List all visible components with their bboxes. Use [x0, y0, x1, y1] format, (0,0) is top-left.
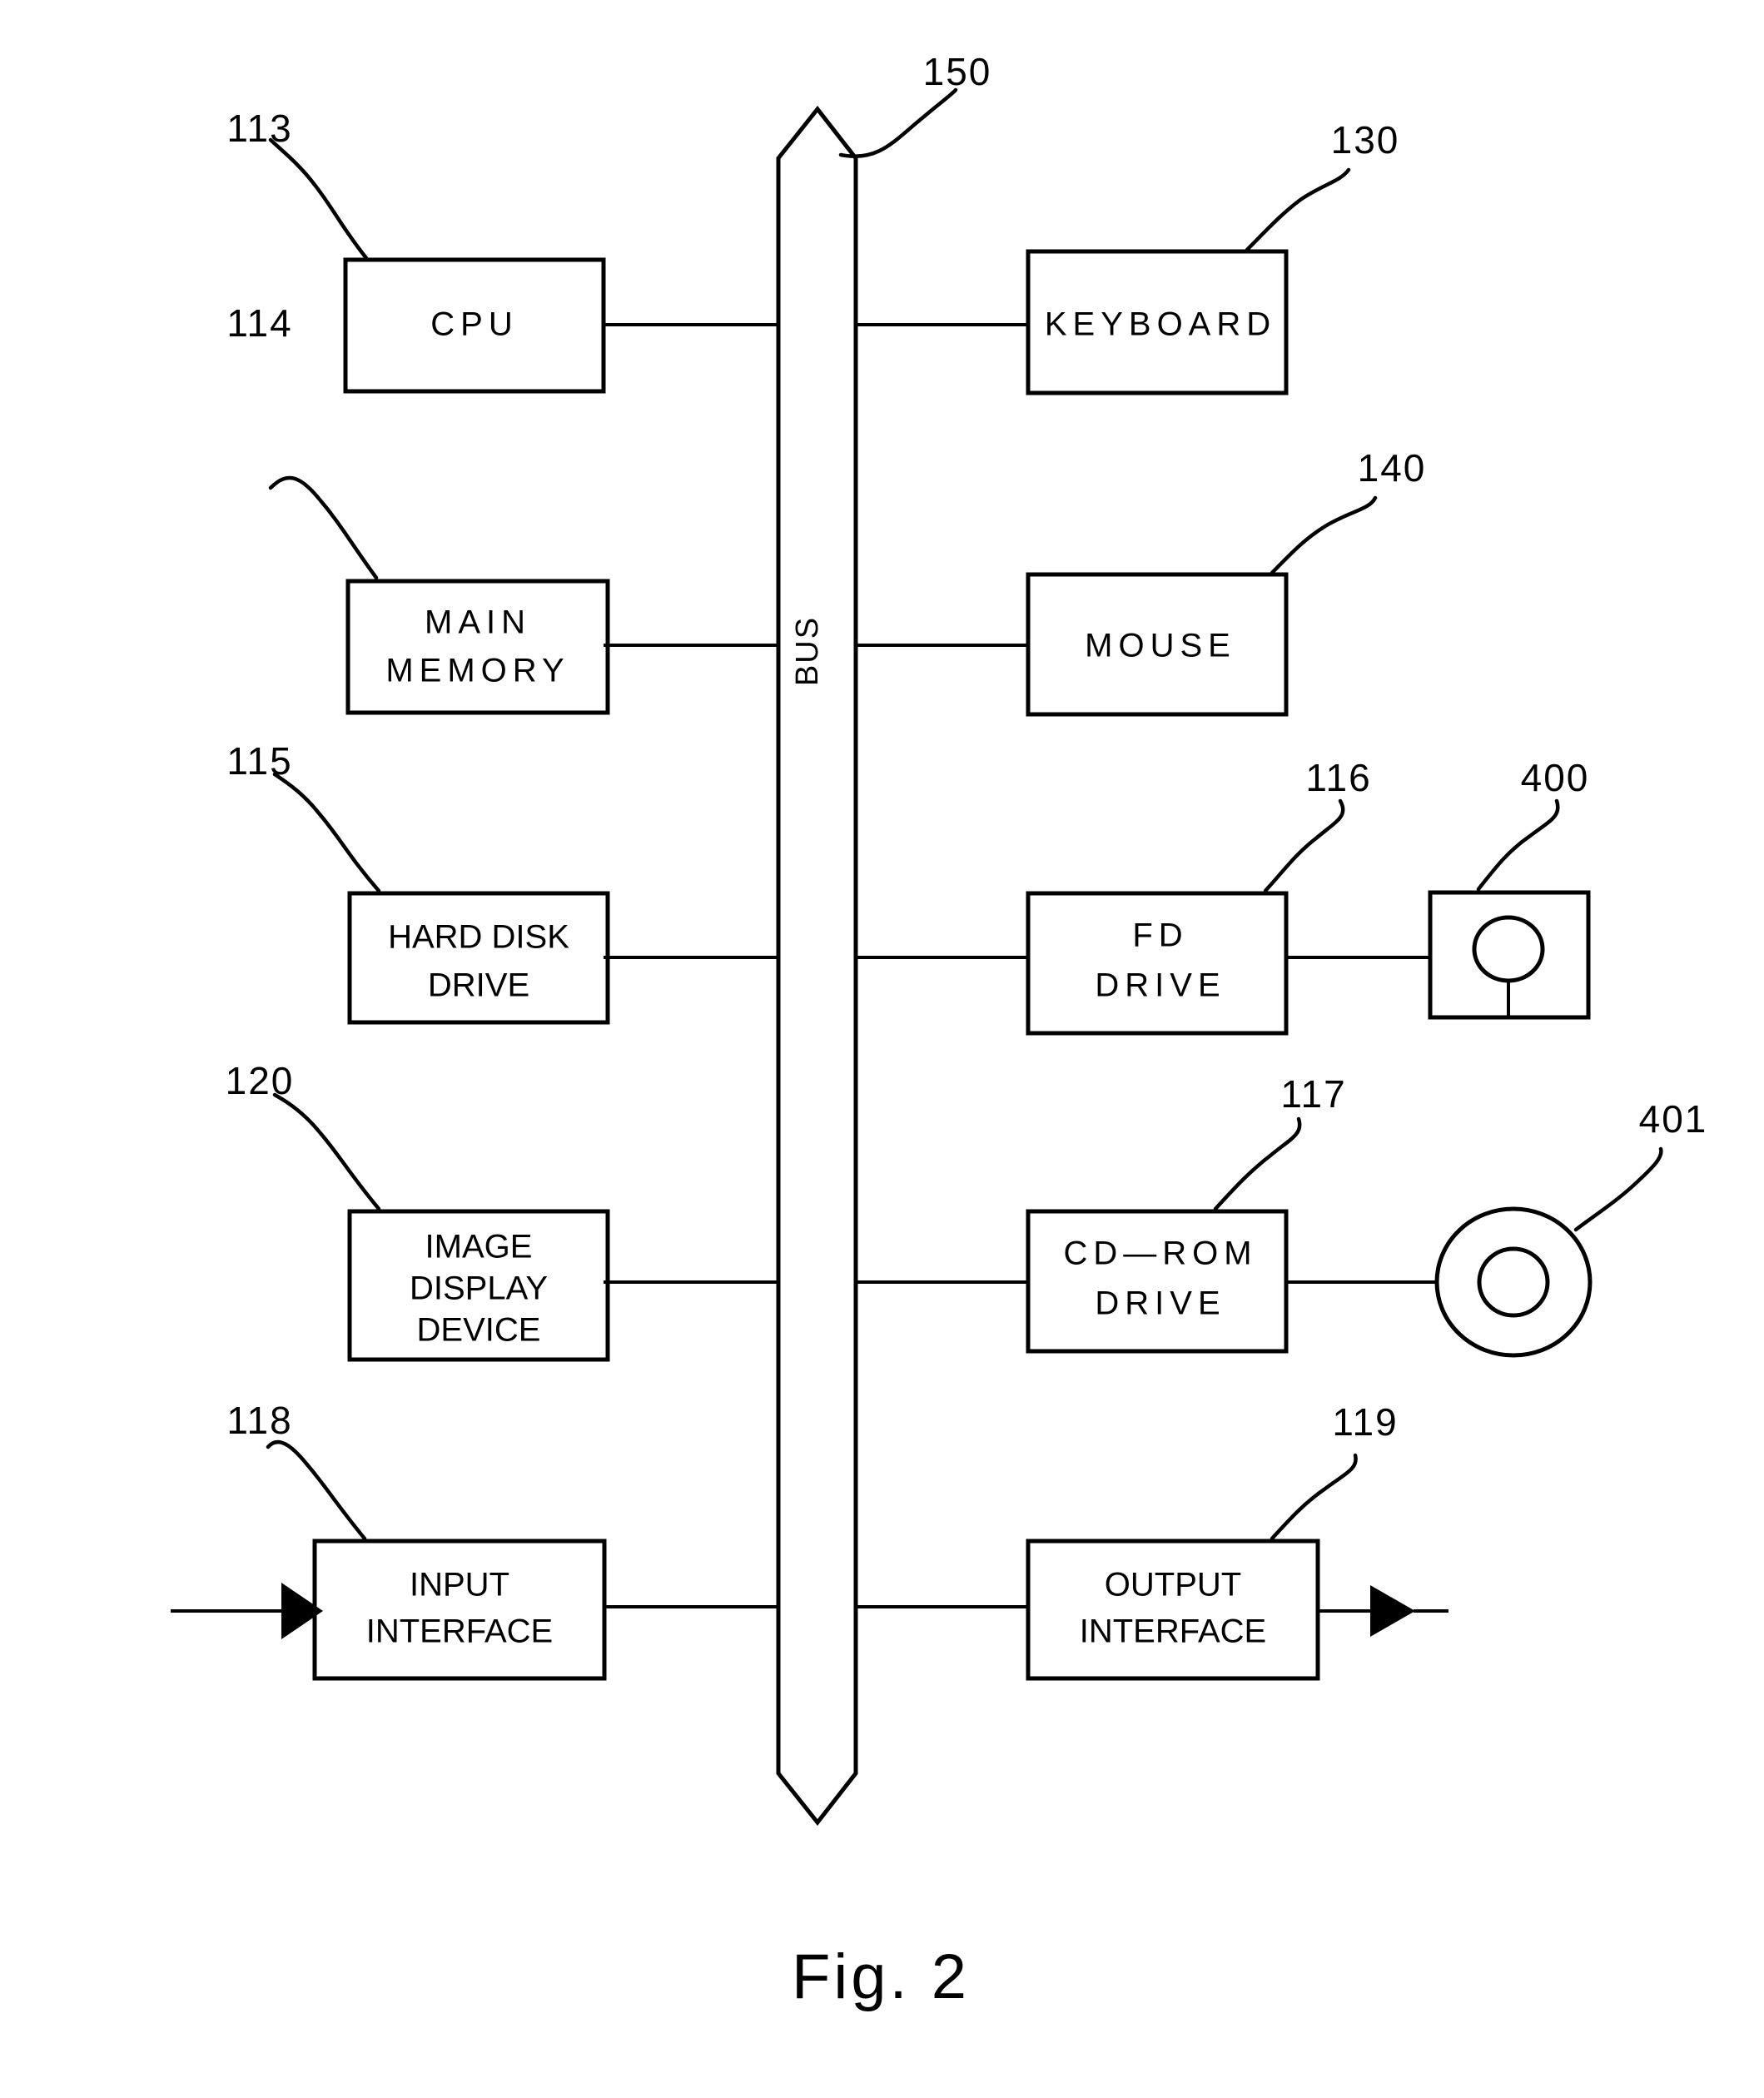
fd-drive-label-line1: FD — [1132, 917, 1188, 954]
cdrom-drive-label-line2: DRIVE — [1095, 1285, 1225, 1322]
input-interface-label-line1: INPUT — [410, 1567, 509, 1603]
output-interface-label-line2: INTERFACE — [1080, 1613, 1266, 1650]
block-cdrom-drive: CD—ROM DRIVE — [1026, 1209, 1289, 1354]
mouse-ref-leader — [1270, 495, 1378, 575]
input-interface-ref-leader — [266, 1439, 367, 1541]
block-diagram-canvas: BUS 150 CPU 113 MAIN MEMORY 114 HARD DIS… — [171, 50, 1708, 2012]
ref-number-117: 117 — [1280, 1072, 1346, 1116]
ref-number-120: 120 — [226, 1059, 295, 1102]
system-bus: BUS — [776, 105, 858, 1827]
floppy-disk-media — [1428, 890, 1591, 1020]
image-display-label-line3: DEVICE — [417, 1312, 541, 1349]
hard-disk-label-line1: HARD DISK — [388, 919, 569, 956]
hard-disk-ref-leader — [272, 772, 381, 893]
cd-disc-media — [1434, 1206, 1593, 1358]
keyboard-label: KEYBOARD — [1045, 306, 1276, 343]
main-memory-label-line1: MAIN — [425, 604, 531, 641]
cdrom-drive-label-line1: CD—ROM — [1063, 1235, 1257, 1272]
block-image-display-device: IMAGE DISPLAY DEVICE — [347, 1209, 610, 1362]
main-memory-label-line2: MEMORY — [385, 653, 569, 689]
block-hard-disk-drive: HARD DISK DRIVE — [347, 891, 610, 1025]
ref-number-130: 130 — [1331, 118, 1400, 162]
ref-number-114: 114 — [226, 301, 292, 345]
output-interface-label-line1: OUTPUT — [1105, 1567, 1241, 1603]
output-signal-arrow — [1318, 1585, 1448, 1637]
output-interface-ref-leader — [1270, 1453, 1358, 1541]
fd-drive-label-line2: DRIVE — [1095, 967, 1225, 1004]
cd-disc-ref-leader — [1573, 1146, 1663, 1232]
main-memory-box — [345, 579, 610, 715]
keyboard-ref-leader — [1245, 167, 1351, 252]
ref-number-115: 115 — [226, 739, 292, 783]
image-display-label-line1: IMAGE — [425, 1229, 533, 1265]
bus-ref-leader — [838, 87, 958, 158]
block-keyboard: KEYBOARD — [1026, 249, 1289, 395]
cdrom-drive-box — [1026, 1209, 1289, 1354]
bus-label: BUS — [790, 616, 825, 686]
figure-caption: Fig. 2 — [792, 1941, 970, 2012]
output-interface-box — [1026, 1539, 1320, 1681]
floppy-disk-ref-leader — [1476, 798, 1560, 892]
cd-disc-inner-hole — [1477, 1246, 1550, 1318]
ref-number-118: 118 — [226, 1399, 292, 1442]
main-memory-ref-leader — [268, 475, 379, 580]
output-arrow-head — [1370, 1585, 1415, 1637]
block-output-interface: OUTPUT INTERFACE — [1026, 1539, 1320, 1681]
ref-number-116: 116 — [1305, 756, 1371, 799]
ref-number-400: 400 — [1521, 756, 1590, 799]
input-signal-arrow — [171, 1583, 323, 1639]
block-main-memory: MAIN MEMORY — [345, 579, 610, 715]
fd-drive-box — [1026, 891, 1289, 1036]
block-cpu: CPU — [343, 257, 606, 394]
ref-number-140: 140 — [1358, 446, 1427, 490]
image-display-ref-leader — [272, 1092, 381, 1211]
input-interface-box — [312, 1539, 607, 1681]
mouse-label: MOUSE — [1085, 628, 1236, 664]
input-interface-label-line2: INTERFACE — [366, 1613, 553, 1650]
cd-disc-outer-circle — [1434, 1206, 1593, 1358]
block-input-interface: INPUT INTERFACE — [312, 1539, 607, 1681]
hard-disk-label-line2: DRIVE — [428, 967, 529, 1004]
cpu-label: CPU — [430, 306, 518, 343]
ref-number-119: 119 — [1332, 1400, 1398, 1444]
fd-drive-ref-leader — [1263, 798, 1345, 893]
bus-shape — [776, 105, 858, 1827]
ref-number-113: 113 — [226, 107, 292, 150]
ref-number-150: 150 — [923, 50, 992, 93]
block-mouse: MOUSE — [1026, 572, 1289, 717]
ref-number-401: 401 — [1639, 1097, 1708, 1141]
block-fd-drive: FD DRIVE — [1026, 891, 1289, 1036]
patent-figure-2: BUS 150 CPU 113 MAIN MEMORY 114 HARD DIS… — [0, 0, 1764, 2098]
image-display-label-line2: DISPLAY — [410, 1270, 548, 1307]
cpu-ref-leader — [268, 137, 369, 261]
floppy-disk-hub-icon — [1472, 915, 1545, 983]
bus-connectors — [604, 323, 1439, 1608]
cdrom-drive-ref-leader — [1213, 1116, 1302, 1211]
